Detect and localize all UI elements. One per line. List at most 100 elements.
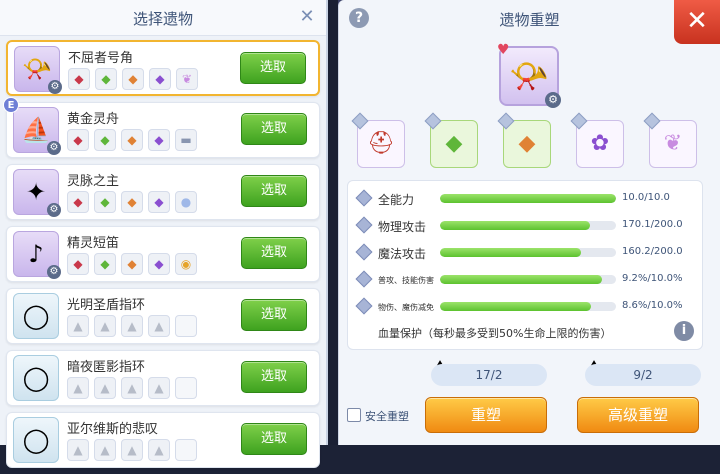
purple-gem-icon: ◆ xyxy=(149,68,171,90)
grey-gem-icon: ▲ xyxy=(121,315,143,337)
close-icon[interactable]: ✕ xyxy=(674,0,720,44)
socket-slot[interactable]: ◆ xyxy=(424,112,478,168)
stat-label: 物理攻击 xyxy=(378,220,427,234)
equipped-badge: E xyxy=(3,97,19,113)
relic-list: 📯 ⚙ 不屈者号角 ◆ ◆ ◆ ◆ ❦ 选取 ⛵ ⚙ E 黄金灵舟 ◆ ◆ ◆ ◆ ▬ 选取 ✦ ⚙ 灵脉之主 ◆ ◆ ◆ ◆ ● 选… xyxy=(0,40,326,474)
gear-icon: ⚙ xyxy=(545,92,561,108)
relic-select-header: 选择遗物 ✕ xyxy=(0,0,326,36)
stat-row: 魔法攻击 160.2/200.0 xyxy=(355,243,698,263)
stat-diamond-icon xyxy=(355,189,373,207)
grey-gem-icon: ▲ xyxy=(94,315,116,337)
relic-row[interactable]: ✦ ⚙ 灵脉之主 ◆ ◆ ◆ ◆ ● 选取 xyxy=(6,164,320,220)
panel-gap xyxy=(328,0,338,445)
stat-diamond-icon xyxy=(355,243,373,261)
grey-gem-icon: ▲ xyxy=(94,439,116,461)
socket-slot[interactable]: ◆ xyxy=(497,112,551,168)
relic-name: 不屈者号角 xyxy=(68,51,134,66)
staff-icon: ✦ ⚙ xyxy=(13,169,61,217)
select-button[interactable]: 选取 xyxy=(241,175,307,207)
gem-slots: ▲ ▲ ▲ ▲ xyxy=(67,315,197,337)
relic-reshape-panel: ? 遗物重塑 ✕ ♥ 📯 ⚙ ⛑ ◆ ◆ ✿ ❦ 全能力 10.0/10.0 物理攻击 170… xyxy=(338,0,720,445)
grey-gem-icon: ▲ xyxy=(121,377,143,399)
info-icon[interactable]: i xyxy=(674,321,694,341)
stat-progress-bar xyxy=(440,302,616,311)
socket-slot[interactable]: ✿ xyxy=(570,112,624,168)
close-icon[interactable]: ✕ xyxy=(298,8,316,26)
select-button[interactable]: 选取 xyxy=(241,361,307,393)
relic-select-title: 选择遗物 xyxy=(132,10,193,28)
select-button[interactable]: 选取 xyxy=(241,299,307,331)
stat-label: 普攻、技能伤害 xyxy=(378,276,434,285)
stat-diamond-icon xyxy=(355,270,373,288)
stat-value: 160.2/200.0 xyxy=(622,246,683,257)
stat-value: 9.2%/10.0% xyxy=(622,273,683,284)
spool-icon: ✿ xyxy=(590,131,610,156)
reshape-title: 遗物重塑 xyxy=(499,11,560,29)
safe-reshape-label: 安全重塑 xyxy=(365,410,409,423)
heart-icon: ♥ xyxy=(497,42,510,58)
relic-row[interactable]: ◯ 亚尔维斯的悲叹 ▲ ▲ ▲ ▲ 选取 xyxy=(6,412,320,468)
material-count-1: 17/2 xyxy=(431,364,547,386)
relic-row[interactable]: 📯 ⚙ 不屈者号角 ◆ ◆ ◆ ◆ ❦ 选取 xyxy=(6,40,320,96)
socket-tag-icon xyxy=(643,112,661,130)
stat-progress-fill xyxy=(440,302,592,311)
relic-name: 亚尔维斯的悲叹 xyxy=(67,422,159,437)
socket-tag-icon xyxy=(351,112,369,130)
select-button[interactable]: 选取 xyxy=(241,237,307,269)
socket-tag-icon xyxy=(424,112,442,130)
reshape-button[interactable]: 重塑 xyxy=(425,397,547,433)
stat-progress-fill xyxy=(440,221,590,230)
select-button[interactable]: 选取 xyxy=(241,113,307,145)
gem-slots: ▲ ▲ ▲ ▲ xyxy=(67,439,197,461)
blood-protection-text: 血量保护（每秒最多受到50%生命上限的伤害） xyxy=(378,327,612,340)
flute-icon: ♪ ⚙ xyxy=(13,231,61,279)
safe-reshape-checkbox[interactable] xyxy=(347,408,361,422)
green-gem-icon: ◆ xyxy=(95,68,117,90)
relic-name: 黄金灵舟 xyxy=(67,112,120,127)
gear-icon: ⚙ xyxy=(48,80,62,94)
stat-diamond-icon xyxy=(355,216,373,234)
stat-row: 物伤、魔伤减免 8.6%/10.0% xyxy=(355,297,698,317)
wings-gem-icon: ❦ xyxy=(176,68,198,90)
orange-gem-icon: ◆ xyxy=(121,191,143,213)
grey-gem-icon: ▲ xyxy=(67,377,89,399)
stat-progress-fill xyxy=(440,275,602,284)
coin-gem-icon: ◉ xyxy=(175,253,197,275)
orange-gem-icon: ◆ xyxy=(121,253,143,275)
relic-row[interactable]: ◯ 光明圣盾指环 ▲ ▲ ▲ ▲ 选取 xyxy=(6,288,320,344)
relic-row[interactable]: ⛵ ⚙ E 黄金灵舟 ◆ ◆ ◆ ◆ ▬ 选取 xyxy=(3,97,320,158)
gem-slots: ◆ ◆ ◆ ◆ ● xyxy=(67,191,197,213)
socket-tag-icon xyxy=(570,112,588,130)
stat-progress-bar xyxy=(440,248,616,257)
relic-row[interactable]: ◯ 暗夜匿影指环 ▲ ▲ ▲ ▲ 选取 xyxy=(6,350,320,406)
stat-value: 170.1/200.0 xyxy=(622,219,683,230)
gem-slots: ◆ ◆ ◆ ◆ ❦ xyxy=(68,68,198,90)
ring-icon: ◯ xyxy=(13,417,59,463)
stat-value: 10.0/10.0 xyxy=(622,192,670,203)
horn-icon: 📯 xyxy=(509,57,549,95)
select-button[interactable]: 选取 xyxy=(241,423,307,455)
advanced-reshape-button[interactable]: 高级重塑 xyxy=(577,397,699,433)
red-gem-icon: ◆ xyxy=(67,253,89,275)
grey-gem-icon: ▲ xyxy=(148,315,170,337)
stat-row: 普攻、技能伤害 9.2%/10.0% xyxy=(355,270,698,290)
orange-gem-icon: ◆ xyxy=(122,68,144,90)
socket-slot[interactable]: ❦ xyxy=(643,112,697,168)
main-relic-slot[interactable]: ♥ 📯 ⚙ xyxy=(497,42,561,108)
material-count-2: 9/2 xyxy=(585,364,701,386)
orange-stone-icon: ◆ xyxy=(518,131,536,156)
socket-slot[interactable]: ⛑ xyxy=(351,112,405,168)
stat-value: 8.6%/10.0% xyxy=(622,300,683,311)
relic-select-panel: 选择遗物 ✕ 📯 ⚙ 不屈者号角 ◆ ◆ ◆ ◆ ❦ 选取 ⛵ ⚙ E 黄金灵舟 ◆ ◆ ◆ ◆ ▬ 选取 ✦ ⚙ 灵脉之… xyxy=(0,0,328,468)
helmet-icon: ⛑ xyxy=(367,131,395,156)
wings-icon: ❦ xyxy=(663,131,683,156)
green-gem-icon: ◆ xyxy=(94,129,116,151)
select-button[interactable]: 选取 xyxy=(240,52,306,84)
stat-row: 全能力 10.0/10.0 xyxy=(355,189,698,209)
stat-label: 全能力 xyxy=(378,193,415,207)
stat-label: 物伤、魔伤减免 xyxy=(378,303,434,312)
stat-progress-bar xyxy=(440,275,616,284)
grey-gem-icon: ▲ xyxy=(94,377,116,399)
relic-row[interactable]: ♪ ⚙ 精灵短笛 ◆ ◆ ◆ ◆ ◉ 选取 xyxy=(6,226,320,282)
horn-icon: 📯 ⚙ xyxy=(14,46,62,94)
